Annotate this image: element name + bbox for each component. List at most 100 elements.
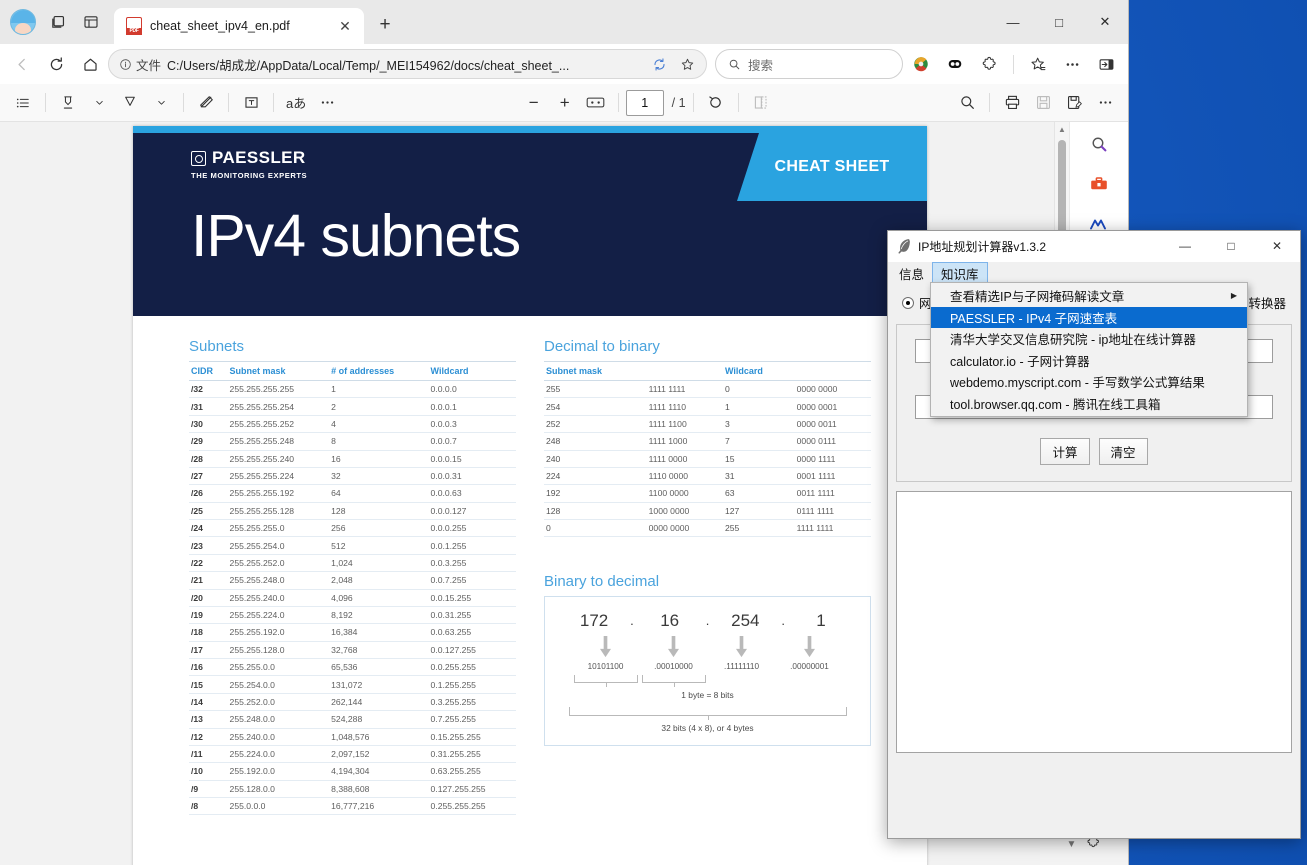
bin2dec-heading: Binary to decimal [544,573,660,591]
highlight-chevron-down-icon[interactable] [84,88,114,118]
table-cell: 0.0.63.255 [428,623,516,642]
minimize-button[interactable]: — [990,0,1036,44]
underline-chevron-down-icon[interactable] [146,88,176,118]
zoom-in-button[interactable]: + [550,88,580,118]
dialog-minimize-button[interactable]: — [1162,231,1208,262]
search-input[interactable]: 搜索 [715,49,903,79]
table-cell: 0.3.255.255 [428,693,516,712]
extensions-icon[interactable] [973,48,1005,80]
table-row: /21 255.255.248.0 2,048 0.0.7.255 [189,571,516,590]
pdf-more-icon[interactable] [1090,88,1120,118]
table-cell: 255 [544,380,647,399]
menu-info[interactable]: 信息 [891,262,932,284]
table-cell: 0000 1111 [794,450,871,468]
toolbox-icon[interactable] [1085,170,1113,198]
paessler-mark-icon [191,150,206,166]
results-output-area[interactable] [896,491,1292,753]
menu-item[interactable]: 清华大学交叉信息研究院 - ip地址在线计算器 [931,328,1247,350]
table-cell: 255.255.255.252 [227,415,330,434]
dialog-maximize-button[interactable]: □ [1208,231,1254,262]
table-cell: 240 [544,450,647,468]
address-bar[interactable]: 文件 C:/Users/胡成龙/AppData/Local/Temp/_MEI1… [108,49,707,79]
table-cell: 255.255.248.0 [227,571,330,590]
table-cell: 1111 1110 [646,397,723,416]
favorite-star-icon[interactable] [676,53,698,75]
menu-knowledge-base[interactable]: 知识库 [932,262,988,284]
more-settings-icon[interactable] [1056,48,1088,80]
table-cell: 0000 0001 [794,397,871,416]
save-icon[interactable] [1028,88,1058,118]
pdf-file-icon [126,17,142,35]
table-of-contents-icon[interactable] [8,88,38,118]
home-button[interactable] [74,48,106,80]
table-cell: 255.255.255.192 [227,484,330,503]
save-as-icon[interactable] [1059,88,1089,118]
tab-search-icon[interactable] [40,5,74,39]
pdf-content: Subnets CIDR Subnet mask # of addresses Wil… [133,316,927,816]
dialog-menubar: 信息 知识库 [888,262,1300,284]
table-cell: /8 [189,797,228,816]
table-cell: 192 [544,484,647,503]
menu-item-label: PAESSLER - IPv4 子网速查表 [950,311,1118,326]
table-cell: 1 [329,380,429,399]
arrows-row [555,636,860,658]
brand-name: PAESSLER [212,148,306,167]
refresh-page-icon[interactable] [648,53,670,75]
eraser-icon[interactable] [191,88,221,118]
menu-item[interactable]: webdemo.myscript.com - 手写数学公式算结果 [931,371,1247,393]
profile-avatar[interactable] [6,5,40,39]
split-screen-icon[interactable] [74,5,108,39]
back-button[interactable] [6,48,38,80]
collections-icon[interactable] [1022,48,1054,80]
page-layout-icon[interactable] [746,88,776,118]
column-header: Subnet mask [227,361,330,381]
highlight-icon[interactable] [53,88,83,118]
underline-icon[interactable] [115,88,145,118]
table-row: /14 255.252.0.0 262,144 0.3.255.255 [189,693,516,712]
clear-button[interactable]: 清空 [1098,438,1148,465]
table-cell: 15 [722,450,795,468]
table-cell: /23 [189,536,228,555]
radio-option-network[interactable]: 网 [902,293,932,312]
table-cell: 255.255.0.0 [227,658,330,677]
browser-tab[interactable]: cheat_sheet_ipv4_en.pdf ✕ [114,8,364,44]
maximize-button[interactable]: □ [1036,0,1082,44]
menu-item[interactable]: calculator.io - 子网计算器 [931,350,1247,372]
menu-item[interactable]: PAESSLER - IPv4 子网速查表 [931,306,1247,328]
fit-to-width-icon[interactable] [581,88,611,118]
search-magnifier-icon[interactable] [1085,130,1113,158]
rotate-icon[interactable] [701,88,731,118]
reload-button[interactable] [40,48,72,80]
dialog-titlebar[interactable]: IP地址规划计算器v1.3.2 — □ ✕ [888,231,1300,262]
more-tools-icon[interactable] [312,88,342,118]
dropdown-caret-icon[interactable]: ▼ [1067,839,1077,850]
calculate-button[interactable]: 计算 [1040,438,1090,465]
search-placeholder: 搜索 [748,58,774,73]
dialog-close-button[interactable]: ✕ [1254,231,1300,262]
cookie-icon[interactable] [939,48,971,80]
close-button[interactable]: ✕ [1082,0,1128,44]
text-box-icon[interactable] [236,88,266,118]
scroll-up-arrow[interactable]: ▲ [1055,122,1069,137]
table-cell: 16,777,216 [329,797,429,816]
table-cell: 1111 1111 [646,380,723,399]
print-icon[interactable] [997,88,1027,118]
idm-icon[interactable] [905,48,937,80]
menu-item[interactable]: 查看精选IP与子网掩码解读文章 ▶ [931,285,1247,307]
menu-item[interactable]: tool.browser.qq.com - 腾讯在线工具箱 [931,393,1247,415]
table-cell: 4,096 [329,589,429,607]
new-tab-button[interactable]: + [370,10,400,40]
zoom-out-button[interactable]: − [519,88,549,118]
table-cell: /13 [189,710,228,729]
page-number-input[interactable]: 1 [625,89,664,116]
column-header: Subnet mask [544,361,647,381]
table-cell: 2 [329,397,429,416]
tab-close-button[interactable]: ✕ [334,15,356,37]
table-cell: /24 [189,519,228,538]
table-cell: 255.0.0.0 [227,797,330,816]
avatar [10,9,36,35]
sidebar-toggle-icon[interactable] [1090,48,1122,80]
translate-icon[interactable]: aあ [281,88,311,118]
table-cell: 255.255.255.248 [227,432,330,451]
find-in-page-icon[interactable] [952,88,982,118]
